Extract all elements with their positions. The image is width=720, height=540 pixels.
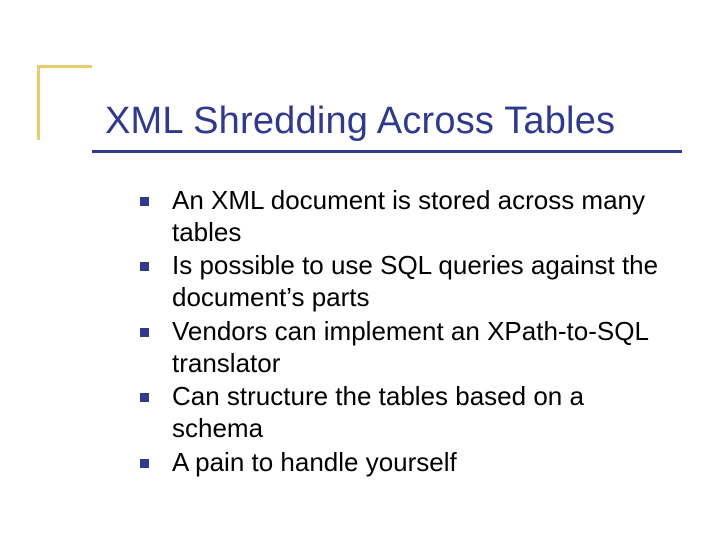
title-corner-accent	[37, 65, 92, 140]
title-wrap: XML Shredding Across Tables	[105, 100, 615, 143]
square-bullet-icon	[140, 328, 149, 337]
bullet-text: Vendors can implement an XPath-to-SQL tr…	[172, 316, 648, 378]
list-item: Vendors can implement an XPath-to-SQL tr…	[140, 316, 680, 379]
square-bullet-icon	[140, 393, 149, 402]
square-bullet-icon	[140, 197, 149, 206]
list-item: An XML document is stored across many ta…	[140, 185, 680, 248]
bullet-text: Can structure the tables based on a sche…	[172, 381, 584, 443]
slide-title: XML Shredding Across Tables	[105, 100, 615, 143]
list-item: Can structure the tables based on a sche…	[140, 381, 680, 444]
slide: XML Shredding Across Tables An XML docum…	[0, 0, 720, 540]
list-item: A pain to handle yourself	[140, 447, 680, 479]
square-bullet-icon	[140, 262, 149, 271]
list-item: Is possible to use SQL queries against t…	[140, 250, 680, 313]
body-content: An XML document is stored across many ta…	[140, 185, 680, 480]
bullet-list: An XML document is stored across many ta…	[140, 185, 680, 478]
bullet-text: An XML document is stored across many ta…	[172, 185, 645, 247]
bullet-text: A pain to handle yourself	[172, 447, 457, 477]
bullet-text: Is possible to use SQL queries against t…	[172, 250, 658, 312]
square-bullet-icon	[140, 459, 149, 468]
title-underline	[92, 150, 682, 153]
